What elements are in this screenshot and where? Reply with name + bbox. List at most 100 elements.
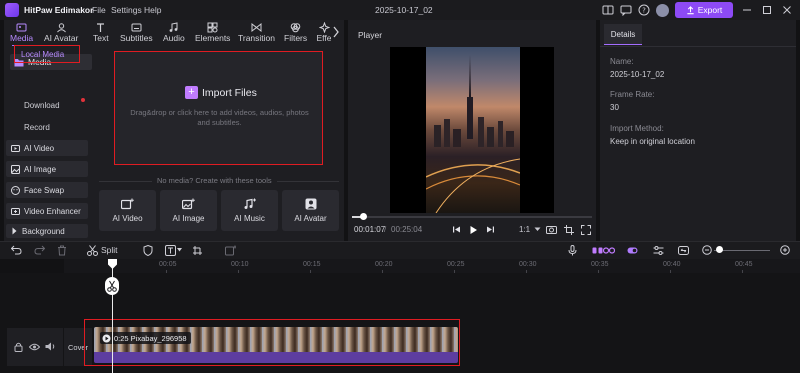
import-drop-zone[interactable]: + Import Files Drag&drop or click here t… [114, 51, 323, 165]
menu-file[interactable]: File [92, 5, 106, 15]
export-button[interactable]: Export [675, 2, 733, 18]
frame-rate-label: Frame Rate: [610, 90, 655, 99]
ai-image-card[interactable]: AI Image [160, 190, 217, 231]
close-icon[interactable] [781, 4, 793, 16]
ai-video-add-icon [121, 198, 134, 210]
ruler-tick: 00:20 [375, 261, 393, 268]
tool-elements[interactable]: Elements [195, 22, 230, 46]
app-logo [5, 3, 19, 17]
ai-image-add-icon [182, 198, 195, 210]
tool-ai-avatar[interactable]: AI Avatar [44, 22, 78, 46]
sidebar-item-face-swap[interactable]: Face Swap [6, 182, 88, 198]
magnet-snap-icon[interactable] [626, 244, 638, 256]
ruler-mark [238, 270, 239, 273]
lock-icon[interactable] [13, 341, 24, 352]
scrubber-handle[interactable] [360, 213, 367, 220]
play-icon[interactable] [468, 224, 479, 235]
tool-filters[interactable]: Filters [284, 22, 307, 46]
text-template-icon[interactable] [164, 244, 176, 256]
audio-icon [168, 22, 179, 33]
sidebar-item-video-enhancer[interactable]: Video Enhancer [6, 203, 88, 219]
eye-icon[interactable] [29, 341, 40, 352]
track-settings-icon[interactable] [652, 244, 664, 256]
volume-icon[interactable] [45, 341, 56, 352]
ai-music-card-label: AI Music [234, 214, 265, 223]
sidebar-item-background[interactable]: Background [6, 224, 88, 238]
ruler-tick: 00:35 [591, 261, 609, 268]
svg-text:?: ? [642, 7, 646, 15]
zoom-in-icon[interactable] [779, 244, 791, 256]
chevron-down-icon[interactable] [532, 224, 543, 235]
sidebar-item-local-media[interactable]: Local Media [14, 45, 80, 63]
tool-effects[interactable]: Effe [317, 22, 331, 46]
player-panel: Player 00:01:07 / 00:25:04 1:1 [348, 20, 596, 241]
import-files-button[interactable]: + Import Files [185, 86, 257, 99]
add-media-icon[interactable] [224, 244, 236, 256]
fullscreen-icon[interactable] [580, 224, 591, 235]
crop-tool-icon[interactable] [191, 244, 203, 256]
microphone-icon[interactable] [566, 244, 578, 256]
minimize-icon[interactable] [741, 4, 753, 16]
split-icon[interactable] [86, 244, 98, 256]
video-preview[interactable] [390, 47, 554, 213]
feedback-icon[interactable] [620, 4, 632, 16]
fit-timeline-icon[interactable] [677, 244, 689, 256]
tab-details[interactable]: Details [604, 24, 642, 45]
text-icon [95, 22, 106, 33]
ai-music-icon [243, 198, 256, 210]
sidebar-item-record[interactable]: Record [24, 123, 50, 132]
ai-tools-heading: No media? Create with these tools [152, 176, 277, 185]
tool-subtitles[interactable]: Subtitles [120, 22, 153, 46]
delete-icon[interactable] [56, 244, 68, 256]
sidebar-item-ai-image[interactable]: AI Image [6, 161, 88, 177]
tool-audio[interactable]: Audio [163, 22, 185, 46]
crop-icon[interactable] [563, 224, 574, 235]
sidebar-item-ai-video[interactable]: AI Video [6, 140, 88, 156]
subtitles-icon [131, 22, 142, 33]
aspect-ratio-select[interactable]: 1:1 [519, 225, 530, 234]
import-files-label: Import Files [202, 86, 257, 99]
ruler-mark [166, 270, 167, 273]
zoom-slider-handle[interactable] [716, 246, 723, 253]
chevron-right-icon[interactable] [331, 25, 341, 39]
ai-avatar-icon [56, 22, 67, 33]
filters-icon [290, 22, 301, 33]
ai-avatar-card[interactable]: AI Avatar [282, 190, 339, 231]
menu-help[interactable]: Help [144, 5, 161, 15]
avatar[interactable] [656, 4, 669, 17]
split-label[interactable]: Split [101, 245, 118, 255]
import-method-label: Import Method: [610, 124, 664, 133]
ai-music-card[interactable]: AI Music [221, 190, 278, 231]
ruler-tick: 00:45 [735, 261, 753, 268]
ai-video-card[interactable]: AI Video [99, 190, 156, 231]
tool-audio-label: Audio [163, 33, 185, 43]
undo-icon[interactable] [10, 244, 22, 256]
local-media-label: Local Media [21, 49, 65, 59]
previous-frame-icon[interactable] [451, 224, 462, 235]
zoom-out-icon[interactable] [701, 244, 713, 256]
snapshot-icon[interactable] [546, 224, 557, 235]
shield-icon[interactable] [142, 244, 154, 256]
ai-avatar-card-label: AI Avatar [294, 214, 327, 223]
ripple-edit-icon[interactable] [591, 244, 603, 256]
tool-ai-avatar-label: AI Avatar [44, 33, 79, 43]
menu-settings[interactable]: Settings [111, 5, 142, 15]
help-icon[interactable]: ? [638, 4, 650, 16]
layout-icon[interactable] [602, 4, 614, 16]
tool-media[interactable]: Media [10, 22, 33, 46]
import-hint: Drag&drop or click here to add videos, a… [130, 108, 309, 127]
sidebar-item-download[interactable]: Download [24, 101, 60, 110]
scissors-icon[interactable] [105, 277, 119, 295]
link-icon[interactable] [603, 244, 615, 256]
next-frame-icon[interactable] [485, 224, 496, 235]
video-clip[interactable]: 0:25 Pixabay_296958 [94, 327, 458, 363]
playback-scrubber[interactable] [352, 216, 592, 218]
redo-icon[interactable] [33, 244, 45, 256]
tool-transition[interactable]: Transition [238, 22, 275, 46]
notification-dot [81, 98, 85, 102]
chevron-down-icon[interactable] [176, 244, 182, 256]
tool-text[interactable]: Text [93, 22, 109, 46]
ruler-tick: 00:15 [303, 261, 321, 268]
maximize-icon[interactable] [761, 4, 773, 16]
ai-video-card-label: AI Video [112, 214, 143, 223]
